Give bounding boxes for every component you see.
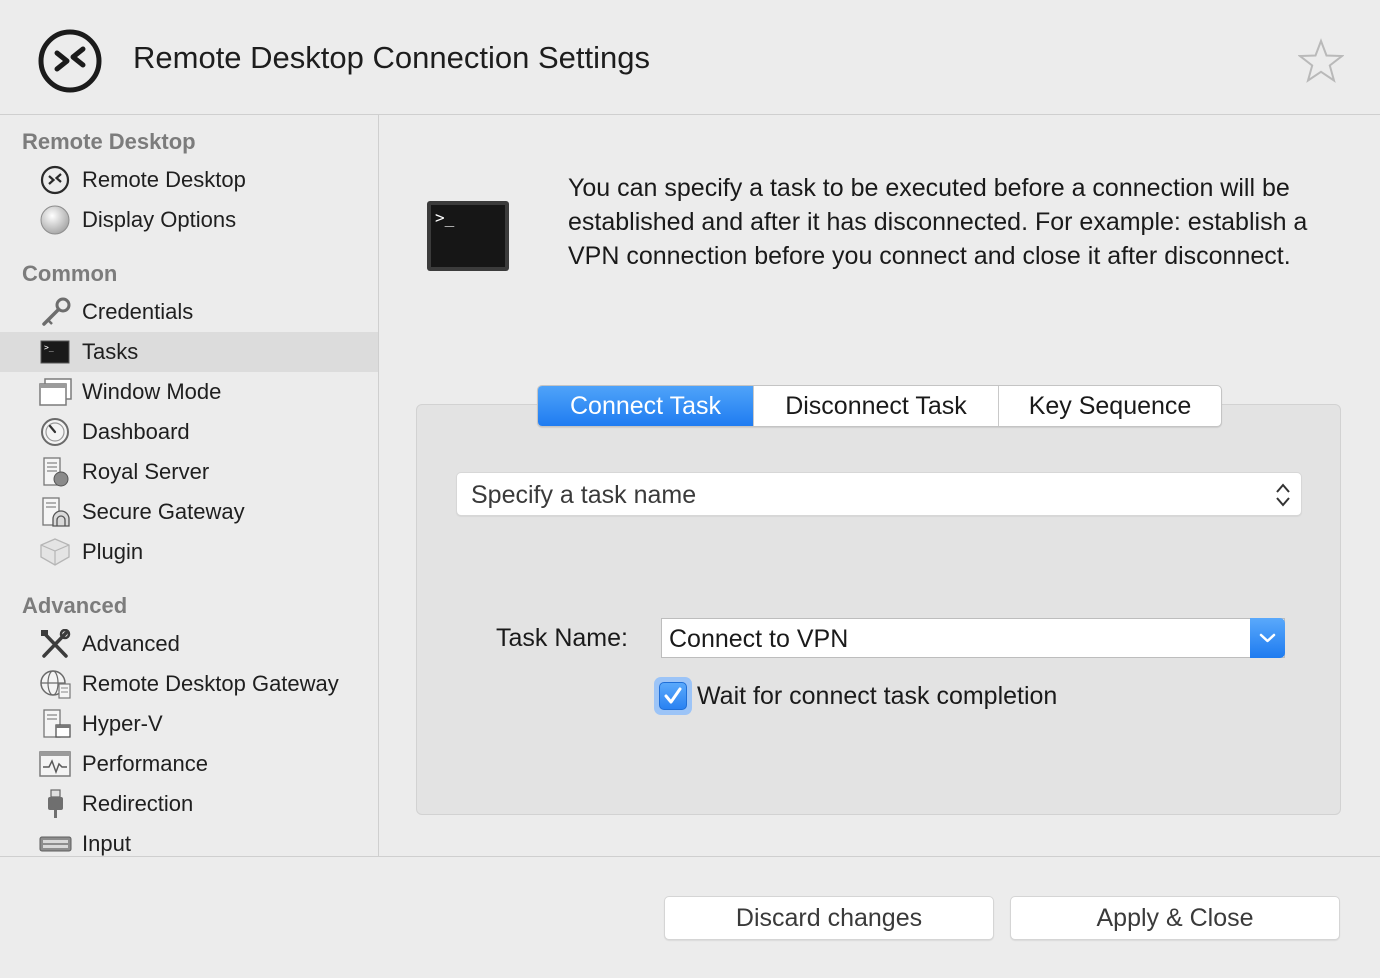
discard-changes-button[interactable]: Discard changes bbox=[664, 896, 994, 940]
hyper-v-icon bbox=[43, 709, 71, 738]
tab-key-sequence[interactable]: Key Sequence bbox=[998, 386, 1221, 426]
wait-for-completion-checkbox[interactable] bbox=[659, 682, 687, 710]
sidebar-section-advanced: Advanced bbox=[22, 593, 128, 618]
checkmark-icon bbox=[664, 687, 682, 704]
sidebar-item-label: Plugin bbox=[82, 539, 144, 564]
task-name-value: Connect to VPN bbox=[669, 625, 849, 653]
sidebar-item-remote-desktop[interactable]: Remote Desktop bbox=[0, 160, 378, 200]
sidebar-item-label: Royal Server bbox=[82, 459, 210, 484]
server-icon bbox=[43, 457, 69, 487]
task-mode-select[interactable]: Specify a task name bbox=[456, 472, 1302, 516]
wait-checkbox-focus-ring bbox=[654, 677, 692, 715]
sidebar-item-performance[interactable]: Performance bbox=[0, 744, 378, 784]
terminal-icon: >_ bbox=[40, 340, 70, 364]
globe-server-icon bbox=[40, 670, 71, 699]
display-options-icon bbox=[40, 205, 70, 235]
sidebar-item-tasks[interactable]: >_ Tasks bbox=[0, 332, 378, 372]
task-description: You can specify a task to be executed be… bbox=[568, 174, 1308, 270]
remote-desktop-icon bbox=[40, 165, 70, 195]
tab-connect-task[interactable]: Connect Task bbox=[538, 386, 753, 426]
sidebar-item-label: Performance bbox=[82, 751, 208, 776]
sidebar-item-window-mode[interactable]: Window Mode bbox=[0, 372, 378, 412]
wait-for-completion-label[interactable]: Wait for connect task completion bbox=[697, 682, 1057, 711]
sidebar-item-label: Secure Gateway bbox=[82, 499, 245, 524]
sidebar-item-hyper-v[interactable]: Hyper-V bbox=[0, 704, 378, 744]
window-icon bbox=[39, 378, 72, 406]
sidebar-section-remote-desktop: Remote Desktop bbox=[22, 129, 196, 154]
task-name-dropdown-button[interactable] bbox=[1250, 618, 1285, 658]
sidebar-item-label: Tasks bbox=[82, 339, 139, 364]
tab-disconnect-task[interactable]: Disconnect Task bbox=[753, 386, 998, 426]
gauge-icon bbox=[41, 418, 69, 446]
secure-gateway-icon bbox=[42, 497, 70, 527]
sidebar-item-redirection[interactable]: Redirection bbox=[0, 784, 378, 824]
star-icon[interactable] bbox=[1298, 38, 1344, 84]
chevron-down-icon bbox=[1259, 633, 1276, 643]
sidebar: Remote Desktop Remote Desktop Display Op… bbox=[0, 115, 379, 856]
sidebar-item-label: Display Options bbox=[82, 207, 237, 232]
key-icon bbox=[42, 297, 71, 326]
sidebar-item-label: Advanced bbox=[82, 631, 180, 656]
svg-text:>_: >_ bbox=[435, 208, 455, 227]
window-title: Remote Desktop Connection Settings bbox=[133, 40, 650, 75]
sidebar-item-input[interactable]: Input bbox=[0, 824, 378, 856]
usb-icon bbox=[48, 789, 63, 818]
sidebar-item-label: Dashboard bbox=[82, 419, 190, 444]
apply-close-button[interactable]: Apply & Close bbox=[1010, 896, 1340, 940]
sidebar-item-plugin[interactable]: Plugin bbox=[0, 532, 378, 572]
svg-text:>_: >_ bbox=[44, 343, 54, 352]
performance-icon bbox=[39, 751, 71, 777]
terminal-icon: >_ bbox=[427, 201, 509, 271]
sidebar-item-label: Credentials bbox=[82, 299, 194, 324]
keyboard-icon bbox=[39, 836, 72, 852]
task-name-label: Task Name: bbox=[496, 624, 628, 652]
sidebar-item-label: Remote Desktop bbox=[82, 167, 246, 192]
task-panel bbox=[416, 404, 1341, 815]
sidebar-item-advanced[interactable]: Advanced bbox=[0, 624, 378, 664]
task-name-combobox[interactable]: Connect to VPN bbox=[661, 618, 1285, 658]
sidebar-item-label: Hyper-V bbox=[82, 711, 163, 736]
sidebar-section-common: Common bbox=[22, 261, 118, 286]
sidebar-item-royal-server[interactable]: Royal Server bbox=[0, 452, 378, 492]
title-bar: Remote Desktop Connection Settings bbox=[0, 0, 1380, 115]
sidebar-item-remote-desktop-gateway[interactable]: Remote Desktop Gateway bbox=[0, 664, 378, 704]
task-mode-select-value: Specify a task name bbox=[471, 481, 697, 509]
sidebar-item-label: Redirection bbox=[82, 791, 194, 816]
tools-icon bbox=[41, 629, 71, 658]
sidebar-item-label: Remote Desktop Gateway bbox=[82, 671, 339, 696]
sidebar-item-display-options[interactable]: Display Options bbox=[0, 200, 378, 240]
main-content: >_ You can specify a task to be executed… bbox=[379, 115, 1380, 856]
sidebar-item-secure-gateway[interactable]: Secure Gateway bbox=[0, 492, 378, 532]
up-down-chevron-icon bbox=[1276, 483, 1290, 507]
sidebar-item-label: Input bbox=[82, 831, 131, 856]
sidebar-item-dashboard[interactable]: Dashboard bbox=[0, 412, 378, 452]
sidebar-item-label: Window Mode bbox=[82, 379, 222, 404]
task-tabs: Connect Task Disconnect Task Key Sequenc… bbox=[537, 385, 1222, 427]
plugin-icon bbox=[40, 538, 70, 566]
footer: Discard changes Apply & Close bbox=[0, 856, 1380, 978]
sidebar-item-credentials[interactable]: Credentials bbox=[0, 292, 378, 332]
remote-desktop-logo-icon bbox=[38, 29, 102, 93]
